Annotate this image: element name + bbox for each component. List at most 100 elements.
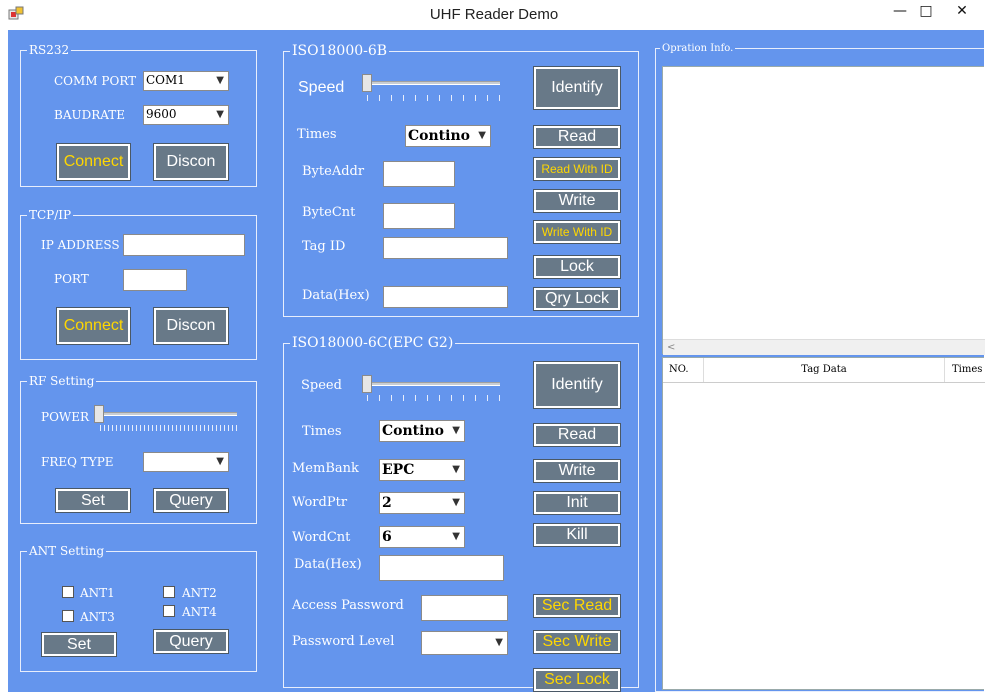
iso6b-read-with-id-button[interactable]: Read With ID — [533, 157, 621, 181]
freq-type-label: FREQ TYPE — [41, 455, 114, 469]
maximize-button[interactable]: □ — [908, 0, 944, 22]
wordcnt-label: WordCnt — [292, 530, 351, 545]
ant-setting-title: ANT Setting — [27, 544, 107, 558]
ip-address-label: IP ADDRESS — [41, 238, 120, 252]
iso6c-times-label: Times — [302, 424, 342, 439]
comm-port-select[interactable]: COM1 ▼ — [143, 71, 229, 91]
iso6b-qry-lock-button[interactable]: Qry Lock — [533, 287, 621, 311]
chevron-down-icon: ▼ — [452, 425, 460, 436]
membank-select[interactable]: EPC ▼ — [379, 459, 465, 481]
power-label: POWER — [41, 410, 90, 424]
tag-list-header: NO. Tag Data Times — [663, 358, 985, 383]
iso6c-kill-button[interactable]: Kill — [533, 523, 621, 547]
chevron-down-icon: ▼ — [495, 637, 503, 648]
col-no-header[interactable]: NO. — [663, 358, 704, 382]
membank-label: MemBank — [292, 461, 359, 476]
title-bar: UHF Reader Demo — □ ✕ — [0, 0, 988, 30]
access-password-label: Access Password — [292, 598, 404, 613]
col-times-header[interactable]: Times — [944, 358, 985, 382]
power-slider-track[interactable] — [96, 412, 237, 416]
iso6b-lock-button[interactable]: Lock — [533, 255, 621, 279]
wordcnt-select[interactable]: 6 ▼ — [379, 526, 465, 548]
close-button[interactable]: ✕ — [940, 0, 984, 22]
iso6c-data-label: Data(Hex) — [294, 557, 362, 572]
tag-id-input[interactable] — [383, 237, 508, 259]
iso6b-times-label: Times — [297, 127, 337, 142]
ant-set-button[interactable]: Set — [41, 632, 117, 657]
iso6c-init-button[interactable]: Init — [533, 491, 621, 515]
iso6c-data-input[interactable] — [379, 555, 504, 581]
iso6c-speed-slider-thumb[interactable] — [362, 375, 372, 393]
chevron-down-icon: ▼ — [216, 456, 224, 467]
iso6c-times-select[interactable]: Contino ▼ — [379, 420, 465, 442]
iso6c-read-button[interactable]: Read — [533, 423, 621, 447]
operation-info-title: Opration Info. — [660, 42, 736, 56]
byteaddr-input[interactable] — [383, 161, 455, 187]
sec-write-button[interactable]: Sec Write — [533, 630, 621, 654]
sec-read-button[interactable]: Sec Read — [533, 594, 621, 618]
scroll-left-icon[interactable]: < — [667, 340, 675, 356]
ant-query-button[interactable]: Query — [153, 629, 229, 654]
iso6b-title: ISO18000-6B — [290, 43, 390, 59]
bytecnt-label: ByteCnt — [302, 205, 356, 220]
ip-address-input[interactable] — [123, 234, 245, 256]
horizontal-scrollbar[interactable]: < — [663, 339, 985, 355]
chevron-down-icon: ▼ — [452, 464, 460, 475]
tcpip-connect-button[interactable]: Connect — [56, 307, 131, 345]
byteaddr-label: ByteAddr — [302, 164, 365, 179]
iso6b-write-button[interactable]: Write — [533, 189, 621, 213]
iso6b-write-with-id-button[interactable]: Write With ID — [533, 220, 621, 244]
comm-port-label: COMM PORT — [54, 74, 137, 88]
iso6c-speed-slider-track[interactable] — [364, 382, 500, 386]
iso6b-speed-slider-thumb[interactable] — [362, 74, 372, 92]
iso6b-read-button[interactable]: Read — [533, 125, 621, 149]
access-password-input[interactable] — [421, 595, 508, 621]
iso6c-speed-slider-ticks — [367, 395, 500, 401]
iso6b-data-input[interactable] — [383, 286, 508, 308]
ant4-checkbox[interactable] — [163, 605, 175, 617]
iso6c-title: ISO18000-6C(EPC G2) — [290, 335, 456, 351]
operation-info-log[interactable]: < — [662, 66, 985, 355]
iso6b-speed-slider-ticks — [367, 95, 500, 101]
baudrate-label: BAUDRATE — [54, 108, 126, 122]
ant4-label: ANT4 — [182, 605, 217, 619]
chevron-down-icon: ▼ — [478, 130, 486, 141]
wordptr-label: WordPtr — [292, 495, 348, 510]
password-level-select[interactable]: ▼ — [421, 631, 508, 655]
col-tag-data-header[interactable]: Tag Data — [704, 358, 945, 382]
tcpip-title: TCP/IP — [27, 208, 74, 222]
ant3-label: ANT3 — [80, 610, 115, 624]
rs232-title: RS232 — [27, 43, 72, 57]
bytecnt-input[interactable] — [383, 203, 455, 229]
iso6b-speed-slider-track[interactable] — [364, 81, 500, 85]
baudrate-select[interactable]: 9600 ▼ — [143, 105, 229, 125]
ant2-label: ANT2 — [182, 586, 217, 600]
rf-query-button[interactable]: Query — [153, 488, 229, 513]
rs232-connect-button[interactable]: Connect — [56, 143, 131, 181]
tag-data-list[interactable]: NO. Tag Data Times — [662, 357, 985, 690]
ant2-checkbox[interactable] — [163, 586, 175, 598]
port-input[interactable] — [123, 269, 187, 291]
iso6c-write-button[interactable]: Write — [533, 459, 621, 483]
iso6b-times-select[interactable]: Contino ▼ — [405, 125, 491, 147]
ant3-checkbox[interactable] — [62, 610, 74, 622]
rf-set-button[interactable]: Set — [55, 488, 131, 513]
freq-type-select[interactable]: ▼ — [143, 452, 229, 472]
power-slider-thumb[interactable] — [94, 405, 104, 423]
rf-setting-title: RF Setting — [27, 374, 97, 388]
iso6b-identify-button[interactable]: Identify — [533, 66, 621, 110]
tcpip-disconnect-button[interactable]: Discon — [153, 307, 229, 345]
power-slider-ticks — [100, 425, 237, 431]
chevron-down-icon: ▼ — [452, 531, 460, 542]
iso6b-speed-label: Speed — [298, 79, 345, 96]
sec-lock-button[interactable]: Sec Lock — [533, 668, 621, 692]
iso6c-speed-label: Speed — [301, 378, 342, 393]
rs232-disconnect-button[interactable]: Discon — [153, 143, 229, 181]
iso6c-identify-button[interactable]: Identify — [533, 361, 621, 409]
window-title: UHF Reader Demo — [429, 6, 559, 23]
ant1-label: ANT1 — [80, 586, 115, 600]
wordptr-select[interactable]: 2 ▼ — [379, 492, 465, 514]
ant1-checkbox[interactable] — [62, 586, 74, 598]
chevron-down-icon: ▼ — [216, 109, 224, 120]
iso6b-data-label: Data(Hex) — [302, 288, 370, 303]
